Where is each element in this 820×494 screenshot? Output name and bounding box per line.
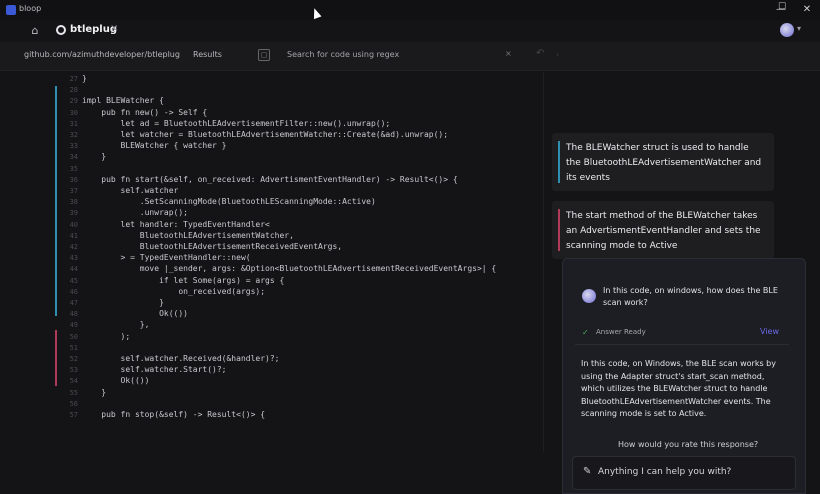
back-icon[interactable]: ↶ [536, 48, 544, 59]
rate-prompt: How would you rate this response? [618, 440, 759, 449]
annotation-text: The start method of the BLEWatcher takes… [566, 211, 761, 251]
chat-input-placeholder[interactable]: Anything I can help you with? [598, 467, 731, 477]
code-line: 39 .unwrap(); [66, 207, 188, 219]
code-text: let handler: TypedEventHandler< [82, 219, 270, 229]
code-line: 37 self.watcher [66, 185, 179, 197]
code-line: 33 BLEWatcher { watcher } [66, 140, 227, 152]
code-line: 28 [66, 84, 82, 96]
line-number: 57 [69, 411, 78, 419]
code-line: 35 [66, 163, 82, 175]
maximize-button[interactable]: ☐ [771, 0, 793, 15]
code-line: 44 move |_sender, args: &Option<Bluetoot… [66, 263, 497, 275]
code-line: 36 pub fn start(&self, on_received: Adve… [66, 174, 458, 186]
github-icon [56, 25, 66, 35]
code-text: BLEWatcher { watcher } [82, 141, 227, 151]
repo-breadcrumb[interactable]: github.com/azimuthdeveloper/btleplug [24, 50, 180, 59]
code-text: let watcher = BluetoothLEAdvertisementWa… [82, 130, 449, 139]
code-line: 45 if let Some(args) = args { [66, 275, 285, 287]
code-line: 46 on_received(args); [66, 286, 265, 298]
code-line: 49 }, [66, 319, 150, 331]
code-line: 51 [66, 342, 82, 354]
pencil-icon: ✎ [583, 466, 592, 477]
card-accent [558, 209, 560, 251]
card-accent [558, 141, 560, 183]
code-text: .SetScanningMode(BluetoothLEScanningMode… [82, 197, 376, 207]
code-line: 55 } [66, 387, 107, 399]
annotation-marker-pink [55, 330, 57, 386]
code-line: 38 .SetScanningMode(BluetoothLEScanningM… [66, 196, 376, 208]
code-line: 48 Ok(()) [66, 308, 188, 320]
code-line: 52 self.watcher.Received(&handler)?; [66, 353, 280, 365]
app-logo-icon [6, 5, 16, 15]
code-text: self.watcher [82, 186, 179, 195]
user-avatar[interactable] [780, 23, 794, 37]
code-text: } [82, 387, 107, 397]
code-text: BluetoothLEAdvertisementReceivedEventArg… [82, 242, 343, 251]
clear-search-icon[interactable]: × [505, 49, 512, 58]
code-text: move |_sender, args: &Option<BluetoothLE… [82, 264, 497, 274]
code-text: on_received(args); [82, 286, 266, 296]
code-line: 34 } [66, 151, 107, 163]
code-text: }, [82, 320, 150, 330]
chat-answer: In this code, on Windows, the BLE scan w… [581, 359, 776, 418]
code-text: } [82, 298, 164, 307]
code-line: 53 self.watcher.Start()?; [66, 364, 227, 376]
tab-close-button[interactable]: × [110, 23, 118, 34]
code-text: impl BLEWatcher { [82, 96, 164, 106]
code-text: self.watcher.Start()?; [82, 365, 227, 375]
code-text: Ok(()) [82, 309, 188, 319]
code-line: 54 Ok(()) [66, 375, 150, 387]
regex-toggle-icon[interactable]: ▢ [258, 49, 270, 61]
app-name: bloop [19, 4, 42, 13]
code-line: 57 pub fn stop(&self) -> Result<()> { [66, 409, 265, 421]
view-button[interactable]: View [760, 327, 779, 336]
code-text: let ad = BluetoothLEAdvertisementFilter:… [82, 118, 391, 128]
code-text: BluetoothLEAdvertisementWatcher, [82, 230, 294, 240]
code-line: 29 impl BLEWatcher { [66, 95, 164, 107]
code-text: ); [82, 331, 131, 341]
forward-icon[interactable]: › [556, 50, 559, 59]
code-line: 32 let watcher = BluetoothLEAdvertisemen… [66, 129, 448, 141]
code-text: if let Some(args) = args { [82, 275, 285, 285]
code-text: pub fn start(&self, on_received: Adverti… [82, 174, 458, 184]
code-line: 31 let ad = BluetoothLEAdvertisementFilt… [66, 118, 391, 130]
results-breadcrumb[interactable]: Results [193, 50, 222, 59]
divider [575, 344, 789, 345]
annotation-card-1[interactable]: The BLEWatcher struct is used to handle … [552, 133, 774, 191]
code-line: 43 > = TypedEventHandler::new( [66, 252, 251, 264]
home-icon[interactable]: ⌂ [28, 24, 42, 38]
code-line: 27} [66, 73, 87, 85]
code-text: self.watcher.Received(&handler)?; [82, 354, 280, 363]
code-text: Ok(()) [82, 376, 150, 386]
code-text: > = TypedEventHandler::new( [82, 253, 251, 263]
annotation-text: The BLEWatcher struct is used to handle … [566, 143, 762, 183]
code-line: 47 } [66, 297, 164, 309]
annotation-card-2[interactable]: The start method of the BLEWatcher takes… [552, 201, 774, 259]
code-line: 40 let handler: TypedEventHandler< [66, 219, 270, 231]
chevron-down-icon[interactable]: ▾ [797, 24, 801, 33]
search-input[interactable]: Search for code using regex [287, 50, 399, 59]
close-window-button[interactable]: ✕ [796, 2, 818, 18]
code-line: 42 BluetoothLEAdvertisementReceivedEvent… [66, 241, 343, 253]
code-text: } [82, 74, 87, 83]
code-text: } [82, 152, 107, 162]
code-text: pub fn stop(&self) -> Result<()> { [82, 410, 266, 419]
code-line: 56 [66, 398, 82, 410]
code-line: 30 pub fn new() -> Self { [66, 107, 208, 119]
chat-question: In this code, on windows, how does the B… [603, 286, 778, 307]
title-bar [0, 0, 820, 20]
code-line: 50 ); [66, 331, 131, 343]
code-text: pub fn new() -> Self { [82, 107, 208, 117]
answer-status: Answer Ready [596, 328, 646, 336]
code-text: .unwrap(); [82, 208, 188, 218]
check-icon: ✓ [582, 328, 589, 337]
user-avatar-icon [582, 289, 596, 303]
code-line: 41 BluetoothLEAdvertisementWatcher, [66, 230, 294, 242]
pane-divider [543, 72, 544, 452]
annotation-marker-blue [55, 86, 57, 316]
